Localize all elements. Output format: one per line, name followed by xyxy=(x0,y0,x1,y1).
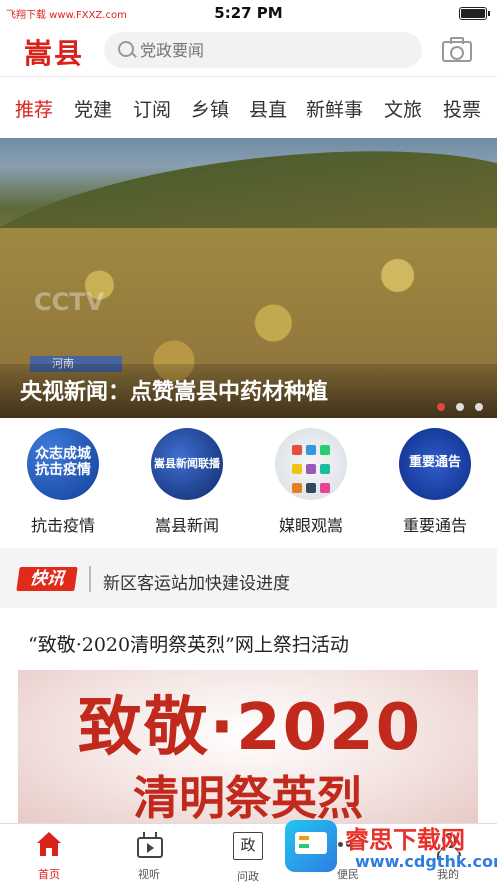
home-icon xyxy=(35,832,63,858)
divider xyxy=(89,566,91,592)
nav-home[interactable]: 首页 xyxy=(14,832,84,882)
shortcut-label: 重要通告 xyxy=(402,516,467,535)
tab-fresh-news[interactable]: 新鲜事 xyxy=(306,95,363,122)
zheng-icon: 政 xyxy=(233,832,263,860)
search-input[interactable] xyxy=(140,32,410,68)
watermark-name: 睿思下载网 xyxy=(345,826,465,854)
tab-subscribe[interactable]: 订阅 xyxy=(133,95,171,122)
camera-icon[interactable] xyxy=(442,36,472,62)
cctv-watermark: CCTV xyxy=(34,288,105,316)
site-watermark: 睿思下载网 www.cdgthk.com xyxy=(285,818,497,878)
article-title[interactable]: “致敬·2020清明祭英烈”网上祭扫活动 xyxy=(28,630,349,657)
tab-party-building[interactable]: 党建 xyxy=(74,95,112,122)
flash-badge: 快讯 xyxy=(16,567,78,591)
shortcut-label: 抗击疫情 xyxy=(30,516,95,535)
flash-news-text[interactable]: 新区客运站加快建设进度 xyxy=(103,569,290,594)
app-logo: 嵩县 xyxy=(24,37,85,70)
banner-title: 央视新闻：点赞嵩县中药材种植 xyxy=(20,379,329,405)
shortcut-epidemic[interactable]: 众志成城 抗击疫情 抗击疫情 xyxy=(13,428,113,536)
epidemic-icon: 众志成城 抗击疫情 xyxy=(27,428,99,500)
nav-media[interactable]: 视听 xyxy=(114,832,184,882)
shortcut-media-view[interactable]: 媒眼观嵩 xyxy=(261,428,361,536)
nav-inquiry[interactable]: 政 问政 xyxy=(213,832,283,884)
featured-banner[interactable]: CCTV 河南 央视新闻：点赞嵩县中药材种植 xyxy=(0,138,497,418)
tv-icon xyxy=(135,832,163,858)
carousel-dot[interactable] xyxy=(475,403,483,411)
status-bar: 飞翔下载 www.FXXZ.com 5:27 PM xyxy=(0,0,497,26)
status-time: 5:27 PM xyxy=(214,4,283,22)
battery-icon xyxy=(459,7,490,20)
search-icon xyxy=(118,41,134,57)
shortcut-county-news[interactable]: 嵩县新闻联播 嵩县新闻 xyxy=(137,428,237,536)
category-tabs: 推荐 党建 订阅 乡镇 县直 新鲜事 文旅 投票 xyxy=(0,80,497,134)
tab-culture-tourism[interactable]: 文旅 xyxy=(384,95,422,122)
shortcut-grid: 众志成城 抗击疫情 抗击疫情 嵩县新闻联播 嵩县新闻 媒眼观嵩 重要通告 重要通… xyxy=(0,420,497,546)
news-broadcast-icon: 嵩县新闻联播 xyxy=(151,428,223,500)
watermark-logo-icon xyxy=(285,820,337,872)
tab-county[interactable]: 县直 xyxy=(249,95,287,122)
tab-towns[interactable]: 乡镇 xyxy=(191,95,229,122)
app-header: 嵩县 xyxy=(0,26,497,77)
article-image[interactable]: 致敬·2020 清明祭英烈 xyxy=(18,670,478,830)
carousel-dot[interactable] xyxy=(436,403,445,411)
shortcut-notices[interactable]: 重要通告 重要通告 xyxy=(385,428,485,536)
tab-vote[interactable]: 投票 xyxy=(443,95,481,122)
app-grid-icon xyxy=(275,428,347,500)
tab-recommend[interactable]: 推荐 xyxy=(15,95,53,122)
watermark-url: www.cdgthk.com xyxy=(355,852,497,871)
carousel-indicator[interactable] xyxy=(431,396,483,415)
notice-icon: 重要通告 xyxy=(399,428,471,500)
shortcut-label: 媒眼观嵩 xyxy=(278,516,343,535)
shortcut-label: 嵩县新闻 xyxy=(154,516,219,535)
search-bar[interactable] xyxy=(104,32,422,68)
carousel-dot[interactable] xyxy=(455,403,464,411)
